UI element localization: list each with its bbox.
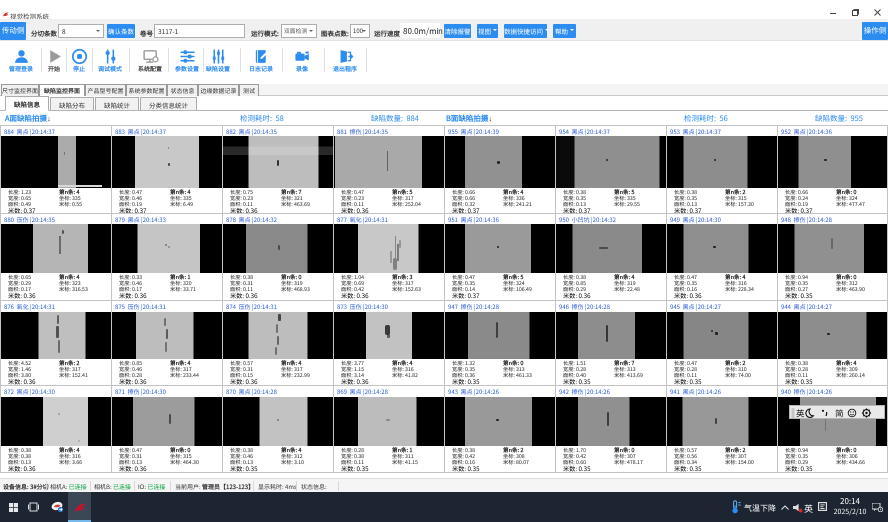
svg-text:英: 英 <box>796 407 805 419</box>
svg-text:简: 简 <box>835 407 844 419</box>
